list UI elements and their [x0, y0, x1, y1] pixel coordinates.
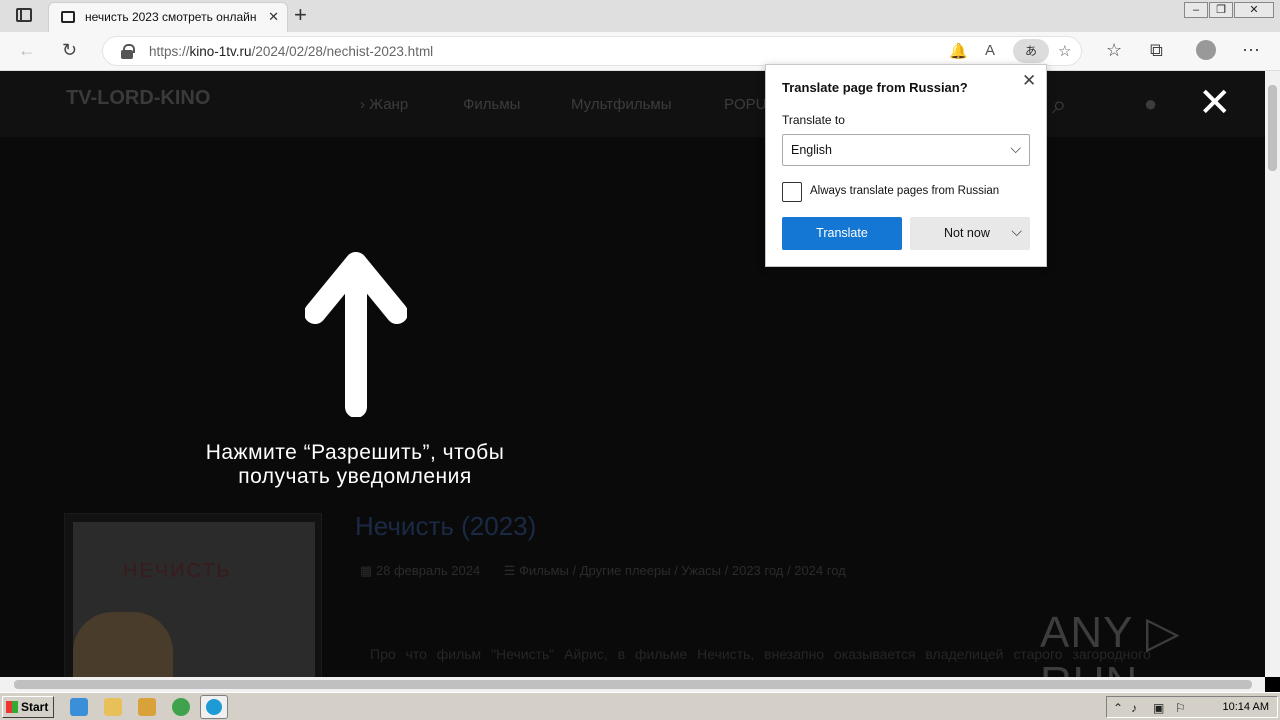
- poster-title: НЕЧИСТЬ: [123, 560, 232, 582]
- not-now-chevron-icon[interactable]: ⌵: [1011, 223, 1022, 240]
- edge-taskbar-button[interactable]: [200, 695, 228, 719]
- translate-heading: Translate page from Russian?: [782, 80, 968, 95]
- popup-close-icon[interactable]: ✕: [1022, 71, 1036, 91]
- explorer-icon[interactable]: [104, 698, 122, 716]
- tab-strip: нечисть 2023 смотреть онлайн ✕ + – ❐ ✕: [0, 0, 1280, 32]
- nav-genre-label: Жанр: [369, 96, 409, 113]
- translate-popup: Translate page from Russian? ✕ Translate…: [765, 64, 1047, 267]
- nav-films[interactable]: Фильмы: [463, 96, 520, 113]
- media-player-icon[interactable]: [138, 698, 156, 716]
- site-header: TV-LORD-KINO › Жанр Фильмы Мультфильмы P…: [0, 71, 1265, 137]
- taskbar: Start ⌃ ♪ ▣ ⚐ 10:14 AM: [0, 692, 1280, 720]
- site-logo[interactable]: TV-LORD-KINO: [66, 87, 210, 110]
- tab-actions-icon[interactable]: [16, 8, 32, 22]
- movie-title: Нечисть (2023): [355, 511, 537, 541]
- chevron-down-icon: ⌵: [1010, 140, 1021, 156]
- windows-logo-icon: [6, 701, 18, 713]
- restore-button[interactable]: ❐: [1209, 2, 1233, 18]
- translate-to-label: Translate to: [782, 113, 845, 127]
- url-host: kino-1tv.ru: [189, 44, 252, 59]
- poster-image: НЕЧИСТЬ: [73, 522, 315, 677]
- chrome-icon[interactable]: [172, 698, 190, 716]
- always-translate-checkbox[interactable]: [782, 182, 802, 202]
- minimize-button[interactable]: –: [1184, 2, 1208, 18]
- web-page: TV-LORD-KINO › Жанр Фильмы Мультфильмы P…: [0, 71, 1265, 677]
- favorites-icon[interactable]: ☆: [1106, 40, 1122, 60]
- translate-button[interactable]: Translate: [782, 217, 902, 250]
- back-arrow-icon[interactable]: ←: [18, 40, 36, 60]
- horizontal-scroll-thumb[interactable]: [14, 680, 1252, 689]
- refresh-icon[interactable]: ↻: [62, 40, 77, 60]
- calendar-icon: ▦: [360, 563, 376, 578]
- tray-flag-icon[interactable]: ⚐: [1175, 701, 1186, 715]
- new-tab-button[interactable]: +: [294, 4, 307, 26]
- anyrun-watermark: ANY ▷ RUN: [1040, 608, 1181, 677]
- profile-avatar[interactable]: [1196, 40, 1216, 60]
- nav-cartoons[interactable]: Мультфильмы: [571, 96, 671, 113]
- system-tray: ⌃ ♪ ▣ ⚐ 10:14 AM: [1106, 696, 1278, 718]
- start-label: Start: [21, 700, 49, 714]
- url-path: /2024/02/28/nechist-2023.html: [251, 44, 434, 59]
- add-favorite-icon[interactable]: ☆: [1058, 42, 1071, 60]
- navigation-bar: ← ↻ https://kino-1tv.ru/2024/02/28/nechi…: [0, 32, 1280, 71]
- movie-categories[interactable]: Фильмы / Другие плееры / Ужасы / 2023 го…: [519, 563, 846, 578]
- collections-icon[interactable]: ⧉: [1150, 40, 1163, 60]
- tray-speaker-icon[interactable]: ♪: [1131, 701, 1137, 715]
- translate-icon[interactable]: あ: [1013, 39, 1049, 63]
- movie-date: 28 февраль 2024: [375, 563, 481, 578]
- close-window-button[interactable]: ✕: [1234, 2, 1274, 18]
- vertical-scrollbar[interactable]: [1265, 71, 1280, 677]
- edge-icon: [206, 699, 222, 715]
- tray-network-icon[interactable]: ▣: [1153, 701, 1164, 715]
- settings-more-icon[interactable]: ⋯: [1242, 40, 1260, 60]
- user-icon[interactable]: ●: [1144, 91, 1157, 117]
- selected-language: English: [791, 143, 832, 157]
- tray-expand-icon[interactable]: ⌃: [1113, 701, 1123, 715]
- ie-icon[interactable]: [70, 698, 88, 716]
- tab-title: нечисть 2023 смотреть онлайн: [85, 10, 257, 24]
- address-bar[interactable]: https://kino-1tv.ru/2024/02/28/nechist-2…: [102, 36, 1082, 66]
- vertical-scroll-thumb[interactable]: [1268, 85, 1277, 171]
- nav-popular[interactable]: POPU: [724, 96, 767, 113]
- read-aloud-icon[interactable]: A: [985, 42, 995, 59]
- clock[interactable]: 10:14 AM: [1223, 701, 1269, 713]
- movie-poster[interactable]: НЕЧИСТЬ: [64, 513, 322, 677]
- horizontal-scrollbar[interactable]: [0, 677, 1265, 692]
- not-now-label: Not now: [944, 226, 990, 240]
- url-text[interactable]: https://kino-1tv.ru/2024/02/28/nechist-2…: [149, 44, 433, 59]
- tab-close-icon[interactable]: ✕: [268, 9, 279, 25]
- poster-figure: [73, 612, 173, 677]
- list-icon: ☰: [503, 563, 520, 578]
- language-select[interactable]: English ⌵: [782, 134, 1030, 166]
- movie-meta: ▦ 28 февраль 2024 ☰ Фильмы / Другие плее…: [360, 563, 846, 579]
- notification-prompt-text: Нажмите “Разрешить”, чтобы получать увед…: [205, 441, 505, 488]
- nav-genre[interactable]: › Жанр: [360, 96, 408, 113]
- notifications-blocked-icon[interactable]: 🔔: [949, 42, 968, 60]
- movie-description: Про что фильм "Нечисть" Айрис, в фильме …: [370, 646, 1151, 662]
- overlay-close-icon[interactable]: ✕: [1198, 83, 1232, 123]
- site-favicon-icon: [61, 11, 75, 23]
- up-arrow-icon: [305, 252, 407, 417]
- not-now-button[interactable]: Not now ⌵: [910, 217, 1030, 250]
- always-translate-label[interactable]: Always translate pages from Russian: [810, 185, 999, 197]
- url-prefix: https://: [149, 44, 190, 59]
- site-search-icon[interactable]: ⌕: [1052, 89, 1067, 121]
- start-button[interactable]: Start: [2, 696, 54, 718]
- browser-tab[interactable]: нечисть 2023 смотреть онлайн ✕: [48, 2, 288, 32]
- lock-icon[interactable]: [121, 44, 135, 59]
